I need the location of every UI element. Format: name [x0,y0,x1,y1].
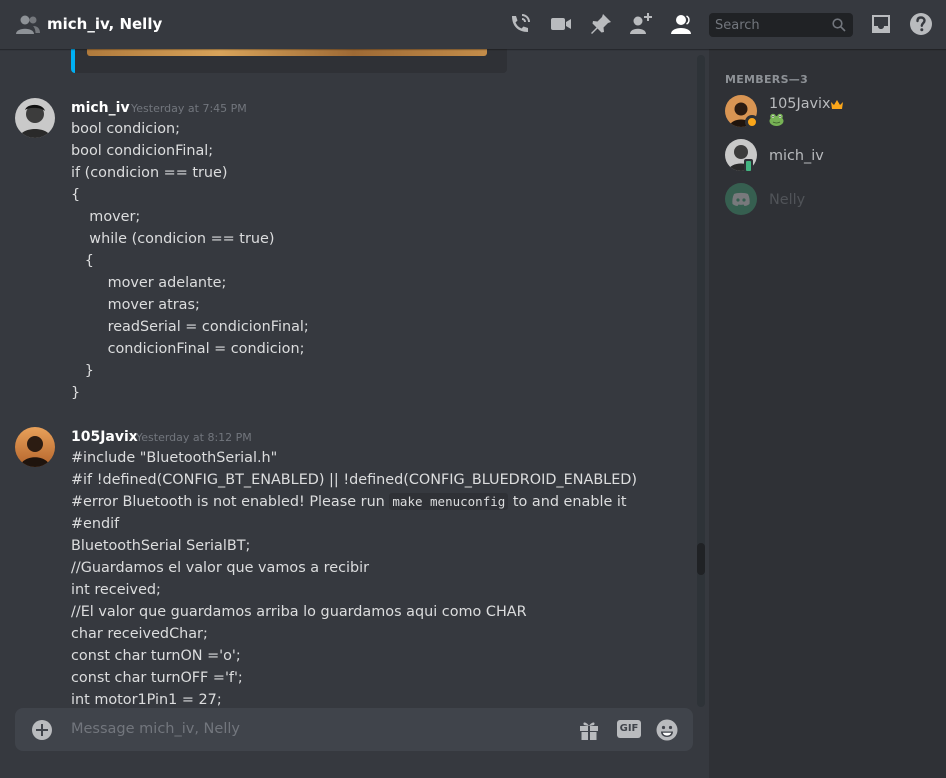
embed-image[interactable] [87,49,487,56]
message-line: //Guardamos el valor que vamos a recibir [71,560,370,576]
message-line: //El valor que guardamos arriba lo guard… [71,604,527,620]
channel-header: mich_iv, Nelly [0,0,946,49]
call-icon[interactable] [508,12,532,36]
scrollbar-track[interactable] [697,55,705,707]
message-line: readSerial = condicionFinal; [71,319,309,335]
member-name: 105Javix [769,96,831,112]
message-line: bool condicionFinal; [71,143,214,159]
mobile-status-icon [744,159,753,173]
member-item[interactable]: 105Javix [717,90,941,132]
message-content: bool condicion; bool condicionFinal; if … [71,118,309,404]
add-friend-icon[interactable] [629,12,653,36]
message-line: } [71,385,81,401]
message-line: const char turnOFF ='f'; [71,670,243,686]
message-line: { [71,253,94,269]
member-name: Nelly [769,192,806,208]
message-line: #endif [71,516,120,532]
message-line: #if !defined(CONFIG_BT_ENABLED) || !defi… [71,472,637,488]
dm-title: mich_iv, Nelly [47,15,163,33]
people-icon [16,15,40,34]
emoji-icon[interactable] [656,719,678,741]
gift-icon[interactable] [578,719,600,741]
avatar [725,183,757,215]
image-embed[interactable] [71,49,507,73]
message-line: if (condicion == true) [71,165,228,181]
crown-icon [831,100,843,109]
search-input[interactable] [715,13,825,37]
message-author[interactable]: 105Javix [71,427,138,447]
message-input[interactable] [71,718,551,740]
message-line: mover atras; [71,297,200,313]
discord-logo-icon [732,192,750,206]
video-call-icon[interactable] [549,12,573,36]
inline-code: make menuconfig [389,493,509,510]
member-item[interactable]: Nelly [717,178,941,220]
gif-button[interactable]: GIF [617,720,641,738]
message-line: #include "BluetoothSerial.h" [71,450,278,466]
message-composer[interactable]: GIF [15,708,693,751]
message-list[interactable]: mich_iv Yesterday at 7:45 PM bool condic… [0,49,709,778]
message-content: #include "BluetoothSerial.h" #if !define… [71,447,637,711]
help-icon[interactable] [909,12,933,36]
member-list: MEMBERS—3 105Javix mich_iv Nelly [709,49,946,778]
avatar[interactable] [15,98,55,138]
member-list-icon[interactable] [669,12,693,36]
message-line: #error Bluetooth is not enabled! Please … [71,491,637,513]
message-text: #error Bluetooth is not enabled! Please … [71,494,390,510]
member-item[interactable]: mich_iv [717,134,941,176]
message-author[interactable]: mich_iv [71,98,130,118]
message-line: bool condicion; [71,121,180,137]
idle-status-icon [745,115,759,129]
scrollbar-thumb[interactable] [697,543,705,575]
message-timestamp: Yesterday at 7:45 PM [131,102,247,115]
frog-emoji-icon [769,113,784,126]
message-text: to and enable it [508,494,627,510]
message-line: const char turnON ='o'; [71,648,241,664]
pin-icon[interactable] [589,12,613,36]
message-line: } [71,363,94,379]
search-icon [832,18,846,32]
message-line: mover; [71,209,141,225]
search-bar[interactable] [709,13,853,37]
message-line: mover adelante; [71,275,227,291]
inbox-icon[interactable] [869,12,893,36]
message-timestamp: Yesterday at 8:12 PM [136,431,252,444]
member-name: mich_iv [769,148,824,164]
avatar[interactable] [15,427,55,467]
members-header: MEMBERS—3 [725,73,809,86]
message-line: BluetoothSerial SerialBT; [71,538,251,554]
message-line: int received; [71,582,161,598]
message-line: while (condicion == true) [71,231,275,247]
upload-plus-icon[interactable] [32,720,52,740]
message-line: { [71,187,81,203]
message-line: char receivedChar; [71,626,208,642]
message-line: condicionFinal = condicion; [71,341,305,357]
